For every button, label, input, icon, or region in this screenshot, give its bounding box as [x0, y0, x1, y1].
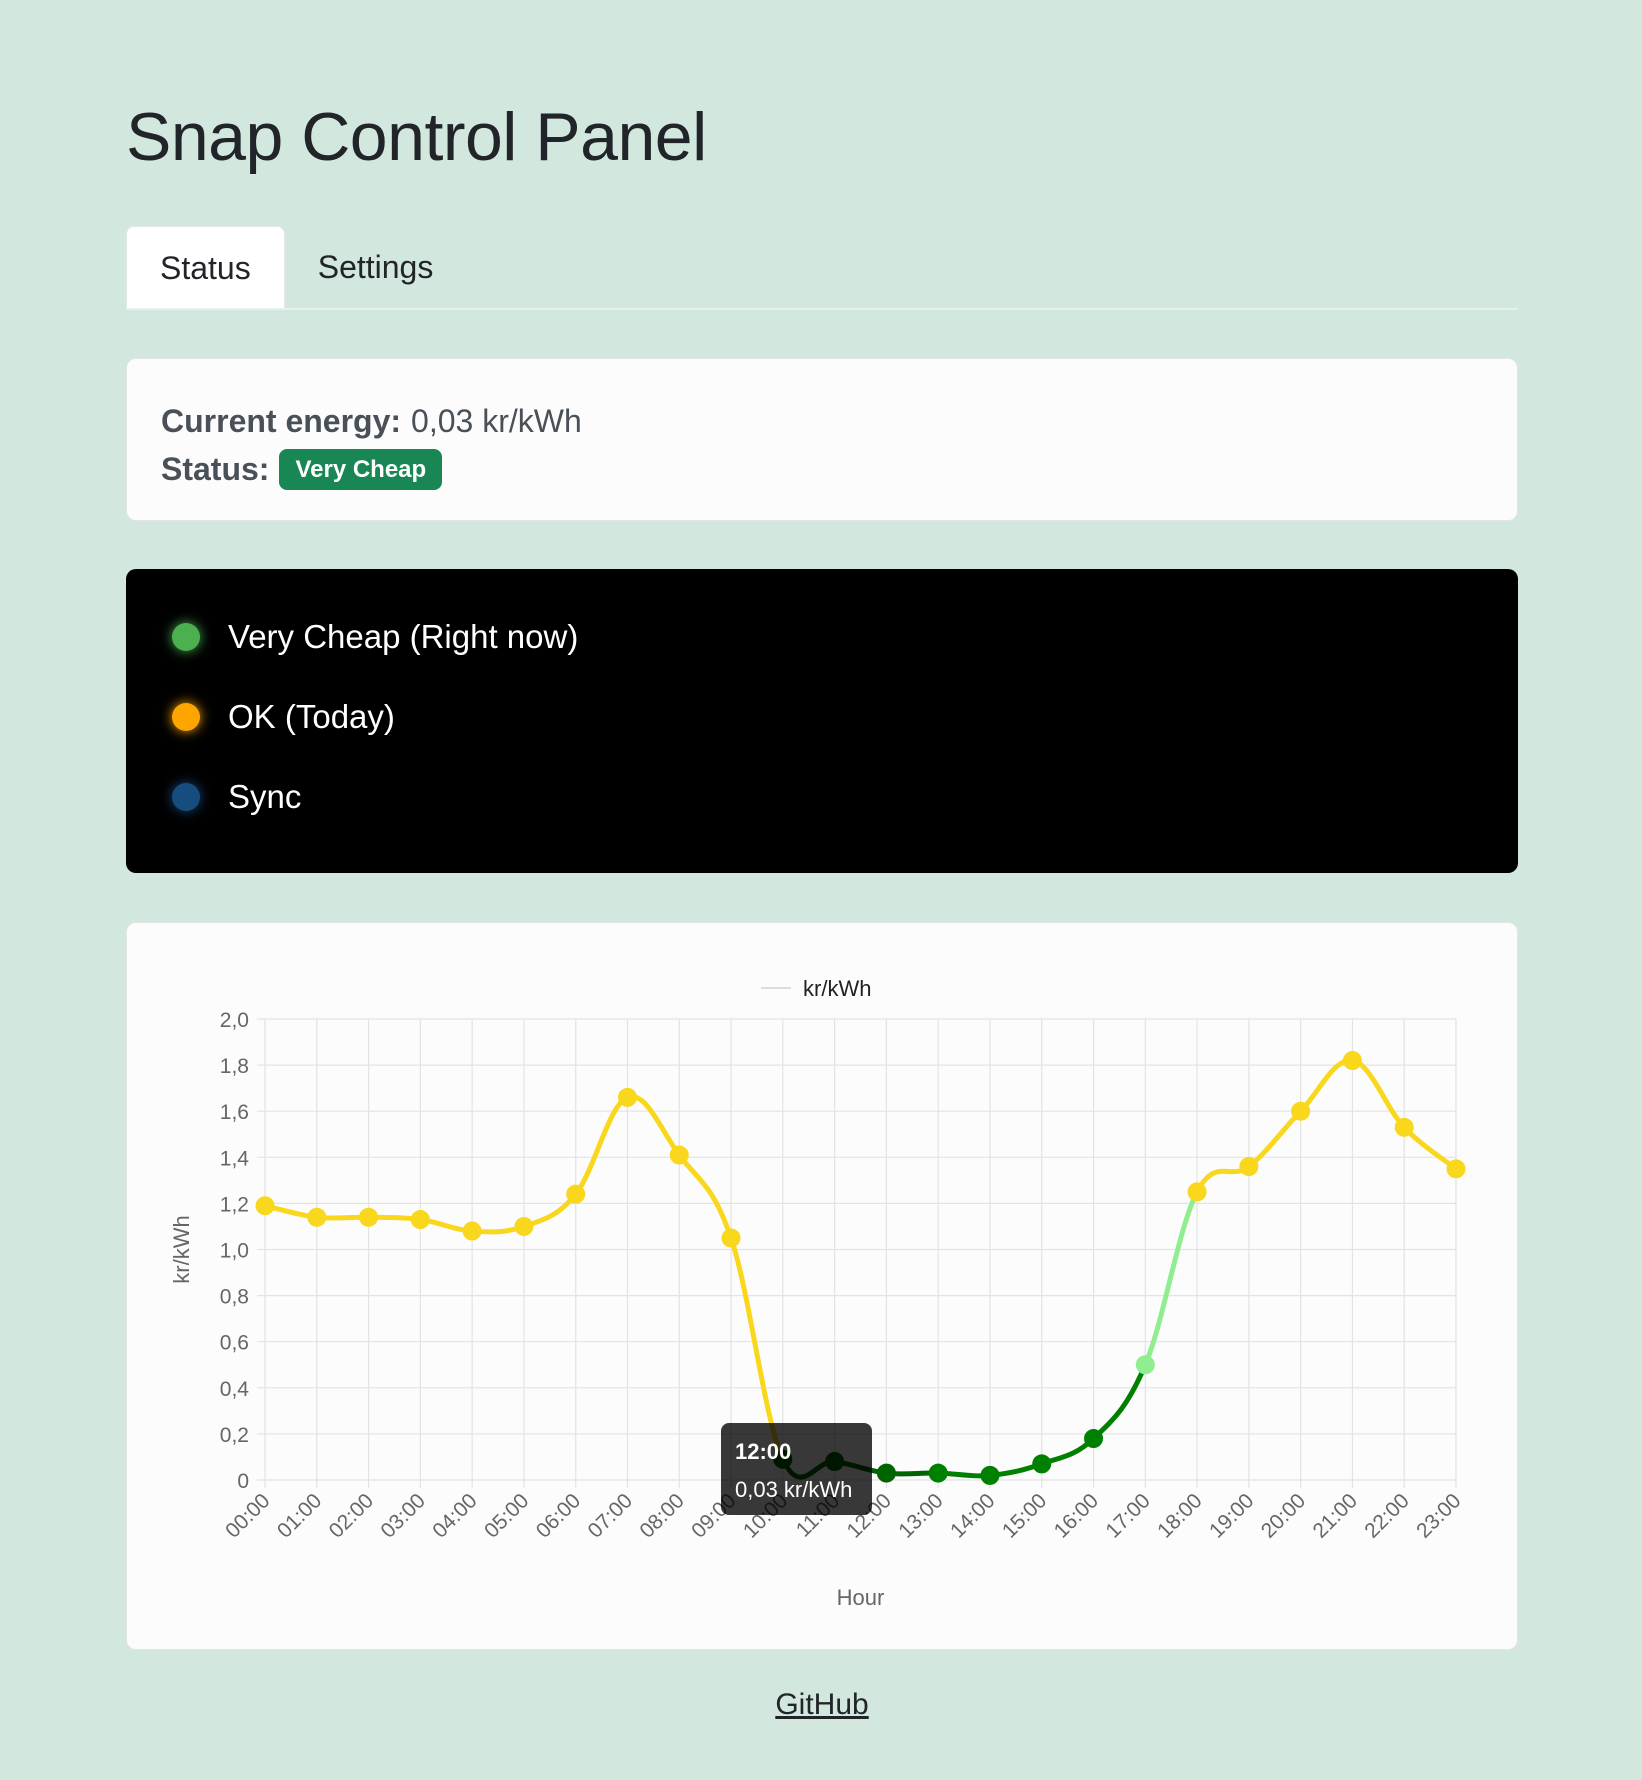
x-tick-label: 03:00 [376, 1489, 429, 1542]
line-segment [676, 1152, 734, 1241]
legend-label: kr/kWh [803, 976, 871, 1001]
github-link[interactable]: GitHub [775, 1688, 868, 1721]
x-tick-label: 19:00 [1205, 1489, 1258, 1542]
x-tick-label: 15:00 [998, 1489, 1051, 1542]
data-point [1032, 1454, 1052, 1474]
led-indicator-blue-icon [172, 783, 200, 811]
y-tick-label: 1,2 [220, 1193, 249, 1216]
data-point [566, 1184, 586, 1204]
led-indicator-green-icon [172, 623, 200, 651]
data-point [928, 1463, 948, 1483]
x-tick-label: 22:00 [1360, 1489, 1413, 1542]
y-axis-title: kr/kWh [169, 1215, 194, 1283]
x-tick-label: 05:00 [480, 1489, 533, 1542]
line-segment [1298, 1057, 1355, 1114]
footer: GitHub [126, 1688, 1518, 1722]
data-point [1135, 1355, 1155, 1375]
x-tick-label: 14:00 [946, 1489, 999, 1542]
data-point [617, 1087, 637, 1107]
data-point [1239, 1157, 1259, 1177]
data-point [669, 1145, 689, 1165]
tooltip-value: 0,03 kr/kWh [735, 1477, 852, 1502]
led-label-price-now: Very Cheap (Right now) [228, 618, 579, 655]
current-energy-value: 0,03 kr/kWh [411, 402, 582, 439]
x-tick-label: 18:00 [1153, 1489, 1206, 1542]
page-title: Snap Control Panel [126, 99, 707, 175]
status-label: Status: [161, 450, 270, 487]
data-point [721, 1228, 741, 1248]
line-segment [1246, 1108, 1304, 1170]
tab-bar: Status Settings [126, 226, 1518, 310]
status-badge: Very Cheap [279, 448, 443, 490]
y-tick-label: 2,0 [220, 1009, 249, 1032]
line-segment [1142, 1189, 1200, 1368]
line-segment [1349, 1057, 1407, 1130]
y-tick-label: 1,8 [220, 1055, 249, 1078]
y-tick-label: 0,8 [220, 1286, 249, 1309]
led-indicator-orange-icon [172, 703, 200, 731]
data-point [1187, 1182, 1207, 1202]
led-row-sync: Sync [172, 757, 1472, 837]
y-tick-label: 1,0 [220, 1240, 249, 1263]
x-tick-label: 06:00 [532, 1489, 585, 1542]
data-point [410, 1210, 430, 1230]
line-segment [1091, 1362, 1148, 1442]
tooltip-title: 12:00 [735, 1439, 791, 1464]
status-card: Current energy: 0,03 kr/kWh Status: Very… [126, 358, 1518, 521]
data-point [255, 1196, 275, 1216]
status-row: Status: Very Cheap [161, 445, 1483, 493]
data-point [1291, 1101, 1311, 1121]
line-segment [624, 1094, 682, 1158]
x-tick-label: 07:00 [584, 1489, 637, 1542]
led-row-price-today: OK (Today) [172, 677, 1472, 757]
x-tick-label: 20:00 [1257, 1489, 1310, 1542]
x-tick-label: 23:00 [1412, 1489, 1465, 1542]
y-tick-label: 1,4 [220, 1147, 250, 1170]
y-tick-label: 0 [237, 1470, 249, 1493]
data-point [359, 1207, 379, 1227]
x-tick-label: 21:00 [1309, 1489, 1362, 1542]
data-point [1084, 1429, 1104, 1449]
tab-status[interactable]: Status [126, 226, 285, 308]
tab-settings[interactable]: Settings [285, 226, 467, 308]
x-tick-label: 17:00 [1101, 1489, 1154, 1542]
data-point [980, 1465, 1000, 1485]
price-chart-card: kr/kWh 0 0,2 0,4 0,6 0,8 1,0 1,2 1,4 1,6 1,8 2,0 00:… [126, 922, 1518, 1650]
data-point [307, 1207, 327, 1227]
x-axis-title: Hour [837, 1585, 885, 1610]
data-point [514, 1216, 534, 1236]
x-tick-label: 02:00 [325, 1489, 378, 1542]
x-tick-label: 08:00 [635, 1489, 688, 1542]
y-tick-label: 0,2 [220, 1424, 249, 1447]
data-point [1446, 1159, 1466, 1179]
data-point [876, 1463, 896, 1483]
x-tick-label: 01:00 [273, 1489, 326, 1542]
y-tick-label: 1,6 [220, 1101, 249, 1124]
data-point [1394, 1117, 1414, 1137]
led-panel: Very Cheap (Right now) OK (Today) Sync [126, 569, 1518, 873]
data-point [1342, 1050, 1362, 1070]
x-tick-label: 04:00 [428, 1489, 481, 1542]
current-energy-label: Current energy: [161, 402, 402, 439]
line-segment [573, 1094, 630, 1197]
price-chart[interactable]: kr/kWh 0 0,2 0,4 0,6 0,8 1,0 1,2 1,4 1,6 1,8 2,0 00:… [127, 923, 1517, 1649]
data-point [462, 1221, 482, 1241]
led-label-price-today: OK (Today) [228, 698, 395, 735]
x-tick-label: 13:00 [894, 1489, 947, 1542]
current-energy-row: Current energy: 0,03 kr/kWh [161, 397, 1483, 445]
led-label-sync: Sync [228, 778, 302, 815]
y-tick-label: 0,4 [220, 1378, 250, 1401]
line-segment [1401, 1124, 1459, 1172]
led-row-price-now: Very Cheap (Right now) [172, 597, 1472, 677]
x-tick-label: 16:00 [1050, 1489, 1103, 1542]
y-tick-label: 0,6 [220, 1332, 249, 1355]
x-tick-label: 00:00 [221, 1489, 274, 1542]
